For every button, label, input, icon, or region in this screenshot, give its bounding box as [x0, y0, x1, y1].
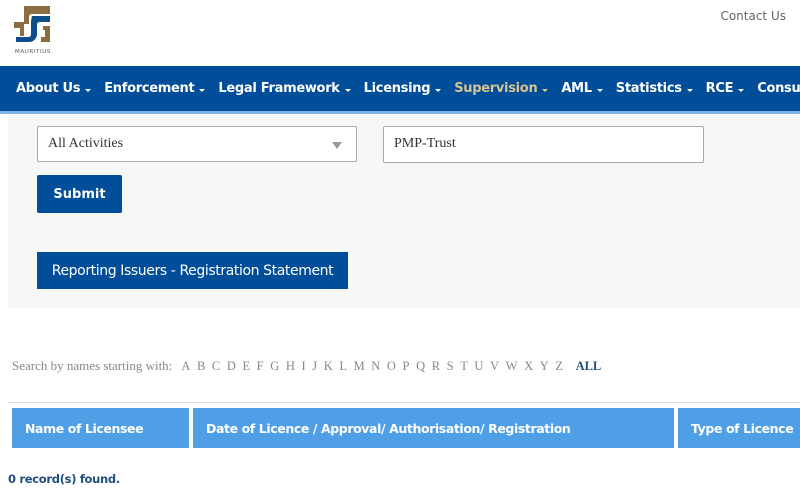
alphabet-letter-n[interactable]: N: [371, 359, 380, 374]
alphabet-letter-f[interactable]: F: [257, 359, 264, 374]
column-header-name-of-licensee[interactable]: Name of Licensee: [12, 408, 189, 448]
nav-item-licensing[interactable]: Licensing: [364, 81, 442, 96]
caret-down-icon: [686, 88, 693, 92]
records-found-status: 0 record(s) found.: [8, 472, 120, 486]
nav-label: Consumer Protection: [757, 81, 800, 96]
nav-label: About Us: [16, 81, 81, 96]
activity-select-value: All Activities: [48, 136, 124, 151]
caret-down-icon: [85, 88, 92, 92]
nav-label: Supervision: [454, 81, 538, 96]
caret-down-icon: [738, 88, 745, 92]
alphabet-letter-s[interactable]: S: [447, 359, 454, 374]
alphabet-letter-l[interactable]: L: [339, 359, 347, 374]
alphabet-letter-c[interactable]: C: [212, 359, 220, 374]
alphabet-letter-z[interactable]: Z: [555, 359, 563, 374]
alphabet-all-link[interactable]: ALL: [576, 359, 602, 374]
nav-item-aml[interactable]: AML: [561, 81, 603, 96]
alphabet-letter-a[interactable]: A: [181, 359, 190, 374]
reporting-issuers-button[interactable]: Reporting Issuers - Registration Stateme…: [37, 252, 348, 289]
nav-item-consumer-protection[interactable]: Consumer Protection: [757, 81, 800, 96]
nav-label: Enforcement: [104, 81, 195, 96]
alphabet-letter-i[interactable]: I: [301, 359, 305, 374]
alphabet-label: Search by names starting with:: [12, 358, 173, 373]
alphabet-letter-q[interactable]: Q: [416, 359, 425, 374]
caret-down-icon: [596, 88, 603, 92]
nav-label: AML: [561, 81, 592, 96]
caret-down-icon: [199, 88, 206, 92]
licensee-search-input[interactable]: PMP-Trust: [383, 126, 704, 163]
alphabet-letter-w[interactable]: W: [506, 359, 518, 374]
alphabet-letter-m[interactable]: M: [354, 359, 365, 374]
alphabet-letter-x[interactable]: X: [524, 359, 533, 374]
nav-item-enforcement[interactable]: Enforcement: [104, 81, 206, 96]
alphabet-letter-r[interactable]: R: [432, 359, 440, 374]
caret-down-icon: [344, 88, 351, 92]
alphabet-letter-p[interactable]: P: [403, 359, 410, 374]
nav-label: RCE: [705, 81, 734, 96]
caret-down-icon: [542, 88, 549, 92]
alphabet-letter-e[interactable]: E: [242, 359, 250, 374]
alphabet-letter-u[interactable]: U: [474, 359, 483, 374]
letters-container: ABCDEFGHIJKLMNOPQRSTUVWXYZ: [181, 359, 569, 374]
dropdown-arrow-icon: [332, 142, 342, 149]
alphabet-letter-h[interactable]: H: [286, 359, 295, 374]
column-header-date-of-licence[interactable]: Date of Licence / Approval/ Authorisatio…: [193, 408, 674, 448]
site-header: MAURITIUS Contact Us: [0, 0, 800, 66]
caret-down-icon: [435, 88, 442, 92]
submit-button[interactable]: Submit: [37, 175, 122, 213]
contact-us-link[interactable]: Contact Us: [720, 9, 786, 23]
nav-label: Legal Framework: [218, 81, 340, 96]
alphabet-letter-g[interactable]: G: [270, 359, 279, 374]
divider: [8, 402, 800, 403]
alphabet-filter: Search by names starting with: ABCDEFGHI…: [12, 358, 601, 374]
alphabet-letter-o[interactable]: O: [387, 359, 396, 374]
alphabet-letter-b[interactable]: B: [197, 359, 205, 374]
activity-select[interactable]: All Activities: [37, 126, 357, 162]
nav-item-statistics[interactable]: Statistics: [616, 81, 693, 96]
alphabet-letter-v[interactable]: V: [490, 359, 499, 374]
main-nav: About Us Enforcement Legal Framework Lic…: [0, 66, 800, 114]
alphabet-letter-t[interactable]: T: [460, 359, 468, 374]
alphabet-letter-d[interactable]: D: [227, 359, 236, 374]
nav-label: Statistics: [615, 81, 682, 96]
nav-item-supervision[interactable]: Supervision: [454, 81, 549, 96]
nav-label: Licensing: [363, 81, 431, 96]
nav-item-about-us[interactable]: About Us: [16, 81, 92, 96]
alphabet-letter-y[interactable]: Y: [540, 359, 549, 374]
search-input-value: PMP-Trust: [394, 136, 456, 151]
nav-item-rce[interactable]: RCE: [706, 81, 745, 96]
alphabet-letter-k[interactable]: K: [324, 359, 333, 374]
column-header-type-of-licence[interactable]: Type of Licence: [678, 408, 800, 448]
nav-item-legal-framework[interactable]: Legal Framework: [218, 81, 351, 96]
logo-caption: MAURITIUS: [15, 49, 51, 55]
alphabet-letter-j[interactable]: J: [312, 359, 317, 374]
